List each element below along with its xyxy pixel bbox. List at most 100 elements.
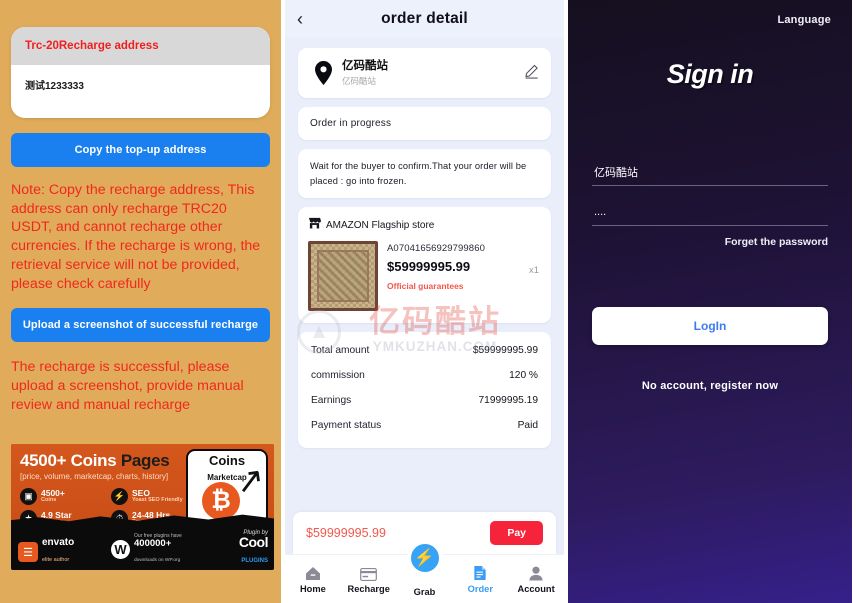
- order-content: 亿码酷站 亿码酷站 Order in progress Wait for the…: [285, 38, 564, 512]
- delivery-address-card[interactable]: 亿码酷站 亿码酷站: [298, 48, 551, 99]
- pencil-icon[interactable]: [524, 64, 539, 82]
- summary-label: Earnings: [311, 395, 352, 407]
- order-header: ‹ order detail: [285, 0, 564, 38]
- ad-coolplugins-badge: Plugin by Cool PLUGINS: [238, 530, 269, 567]
- ad-cool-sub: PLUGINS: [241, 558, 268, 564]
- growth-arrow-icon: ↗: [232, 460, 267, 502]
- lightning-icon[interactable]: ⚡: [406, 540, 443, 576]
- table-row: Payment status Paid: [311, 413, 538, 438]
- order-summary-card: Total amount $59999995.99 commission 120…: [298, 332, 551, 449]
- ad-wp-count: 400000+: [134, 537, 172, 549]
- recharge-address-value[interactable]: 测试1233333: [11, 65, 270, 118]
- recharge-address-label: Trc-20Recharge address: [11, 27, 270, 65]
- store-icon: [308, 216, 321, 234]
- recharge-note-warning: Note: Copy the recharge address, This ad…: [11, 182, 261, 292]
- tab-home[interactable]: Home: [285, 555, 341, 603]
- ad-cool-name: Cool: [238, 533, 269, 550]
- ad-envato-sub: elite author: [42, 557, 70, 563]
- username-input[interactable]: [592, 163, 828, 186]
- three-panel-screens: Trc-20Recharge address 测试1233333 Copy th…: [0, 0, 856, 603]
- copy-address-button[interactable]: Copy the top-up address: [11, 133, 270, 167]
- tab-recharge[interactable]: Recharge: [341, 555, 397, 603]
- order-wait-message: Wait for the buyer to confirm.That your …: [298, 149, 551, 199]
- product-quantity: x1: [528, 265, 539, 277]
- tab-account-label: Account: [517, 584, 555, 594]
- advertisement-banner[interactable]: 4500+ Coins Pages [price, volume, market…: [11, 444, 274, 570]
- ad-envato-badge: ☰ envato elite author: [18, 538, 74, 566]
- pay-amount: $59999995.99: [306, 526, 386, 540]
- table-row: commission 120 %: [311, 363, 538, 388]
- recharge-note-upload: The recharge is successful, please uploa…: [11, 359, 244, 413]
- summary-value: $59999995.99: [472, 345, 538, 357]
- store-row: AMAZON Flagship store: [308, 216, 541, 234]
- language-selector[interactable]: Language: [777, 14, 831, 26]
- password-input[interactable]: [592, 203, 828, 226]
- address-recipient: 亿码酷站: [342, 60, 388, 72]
- product-price: $59999995.99: [387, 259, 471, 275]
- ad-feature-coins-sub: Coins: [41, 497, 57, 504]
- page-title: order detail: [381, 10, 468, 27]
- summary-value: Paid: [517, 420, 538, 432]
- tab-grab-label: Grab: [413, 587, 436, 597]
- pay-button[interactable]: Pay: [490, 521, 543, 545]
- person-icon: [528, 564, 544, 581]
- register-link[interactable]: No account, register now: [592, 380, 828, 392]
- tab-grab[interactable]: ⚡ Grab: [397, 540, 453, 603]
- username-field-wrap: [592, 163, 828, 186]
- signin-title: Sign in: [666, 59, 754, 89]
- login-button[interactable]: LogIn: [592, 307, 828, 345]
- tab-order[interactable]: Order: [452, 555, 508, 603]
- tab-order-label: Order: [467, 584, 493, 594]
- location-pin-icon: [310, 61, 336, 86]
- ad-feature-seo-sub: Yoast SEO Friendly: [132, 497, 183, 504]
- tab-recharge-label: Recharge: [347, 584, 390, 594]
- ad-envato-name: envato: [42, 537, 75, 548]
- wordpress-icon: W: [111, 539, 130, 559]
- official-guarantee-badge: Official guarantees: [387, 281, 464, 292]
- address-detail: 亿码酷站: [342, 76, 377, 87]
- address-names: 亿码酷站 亿码酷站: [336, 59, 524, 87]
- table-row: Earnings 71999995.19: [311, 388, 538, 413]
- product-sku: A07041656929799860: [387, 243, 485, 255]
- signin-screen: Language Sign in Forget the password Log…: [568, 0, 852, 603]
- order-status-card: Order in progress: [298, 107, 551, 141]
- chevron-left-icon[interactable]: ‹: [297, 10, 303, 28]
- card-icon: [360, 564, 378, 581]
- bolt-icon: ⚡: [111, 488, 128, 505]
- ad-headline-b: Pages: [120, 451, 170, 470]
- home-icon: [305, 564, 321, 581]
- envato-icon: ☰: [18, 542, 38, 562]
- coins-icon: ▣: [20, 488, 37, 505]
- summary-label: Total amount: [311, 345, 370, 357]
- ad-subheadline: [price, volume, marketcap, charts, histo…: [20, 472, 169, 481]
- product-thumbnail: [308, 241, 378, 312]
- summary-value: 120 %: [509, 370, 538, 382]
- ad-headline-a: 4500+ Coins: [20, 451, 121, 470]
- document-icon: [473, 564, 487, 581]
- upload-screenshot-button[interactable]: Upload a screenshot of successful rechar…: [11, 308, 270, 343]
- bottom-tab-bar: Home Recharge ⚡ Grab Order Account: [285, 540, 564, 603]
- ad-feature-coins: ▣ 4500+ Coins: [20, 488, 65, 505]
- ad-headline: 4500+ Coins Pages: [20, 451, 170, 471]
- product-row: A07041656929799860 $59999995.99 x1 Offic…: [308, 241, 541, 312]
- order-detail-screen: ‹ order detail 亿码酷站 亿码酷站 Order in progre…: [285, 0, 568, 603]
- product-card: AMAZON Flagship store A07041656929799860…: [298, 207, 551, 324]
- summary-label: commission: [311, 370, 365, 382]
- recharge-screen: Trc-20Recharge address 测试1233333 Copy th…: [0, 0, 285, 603]
- table-row: Total amount $59999995.99: [311, 338, 538, 363]
- tab-home-label: Home: [299, 584, 326, 594]
- password-field-wrap: [592, 202, 828, 226]
- recharge-address-card: Trc-20Recharge address 测试1233333: [11, 27, 270, 118]
- summary-label: Payment status: [311, 420, 382, 432]
- tab-account[interactable]: Account: [508, 555, 564, 603]
- summary-value: 71999995.19: [478, 395, 539, 407]
- ad-wordpress-badge: W Our free plugins have 400000+ download…: [111, 533, 182, 567]
- store-name: AMAZON Flagship store: [326, 219, 435, 231]
- ad-wp-sub: downloads on WP.org: [134, 558, 181, 563]
- bitcoin-icon: ₿: [202, 482, 240, 520]
- ad-coins-marketcap-box: Coins Marketcap ₿ ↗: [186, 449, 268, 527]
- ad-feature-seo: ⚡ SEO Yoast SEO Friendly: [111, 488, 183, 505]
- ad-bottom-section: ☰ envato elite author W Our free plugins…: [11, 526, 274, 570]
- forgot-password-link[interactable]: Forget the password: [592, 236, 828, 248]
- product-info: A07041656929799860 $59999995.99 x1 Offic…: [387, 241, 541, 311]
